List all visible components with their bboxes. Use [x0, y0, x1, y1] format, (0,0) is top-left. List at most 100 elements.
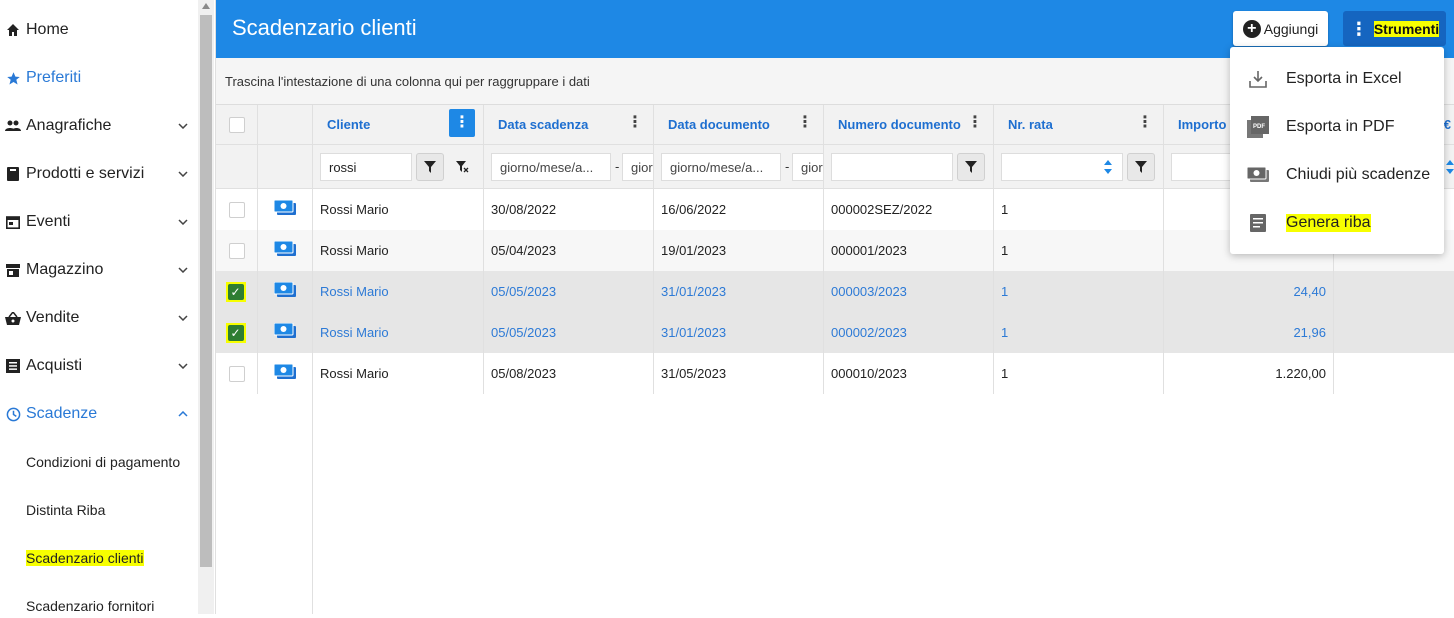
basket-icon	[0, 311, 26, 325]
filter-icon[interactable]	[1127, 153, 1155, 181]
filter-input-numero-documento[interactable]	[831, 153, 953, 181]
spinner-arrows-icon[interactable]	[1103, 159, 1113, 180]
sidebar-sub-scadenzario-clienti[interactable]: Scadenzario clienti	[26, 546, 144, 570]
filter-icon[interactable]	[416, 153, 444, 181]
sidebar-item-acquisti[interactable]: Acquisti	[0, 342, 198, 390]
sidebar-item-label: Scadenze	[26, 405, 98, 422]
row-checkbox-checked[interactable]: ✓	[227, 324, 244, 341]
document-icon	[1230, 214, 1286, 232]
money-icon[interactable]	[273, 363, 297, 384]
sidebar-item-anagrafiche[interactable]: Anagrafiche	[0, 102, 198, 150]
money-icon[interactable]	[273, 322, 297, 343]
column-header-label: Data documento	[668, 117, 770, 132]
menu-item-close-deadlines[interactable]: Chiudi più scadenze	[1230, 151, 1444, 199]
column-header-cliente[interactable]: Cliente ⋮	[313, 105, 484, 144]
sidebar-item-label: Anagrafiche	[26, 117, 112, 134]
sidebar-scrollbar[interactable]	[198, 0, 214, 614]
chevron-down-icon	[168, 123, 198, 129]
chevron-up-icon	[168, 411, 198, 417]
page-title: Scadenzario clienti	[232, 15, 417, 40]
money-icon[interactable]	[273, 240, 297, 261]
cell-data-scadenza: 05/08/2023	[484, 353, 654, 394]
row-select-cell: ✓	[216, 271, 258, 312]
cell-importo: 21,96	[1164, 312, 1334, 353]
row-action-cell	[258, 189, 313, 230]
sidebar-sub-scadenzario-fornitori[interactable]: Scadenzario fornitori	[26, 594, 154, 618]
spinner-arrows-icon[interactable]	[1445, 159, 1454, 180]
row-select-cell	[216, 230, 258, 271]
filter-range-dash: -	[615, 159, 620, 174]
column-menu-icon[interactable]: ⋮	[797, 115, 813, 131]
menu-item-label: Genera riba	[1286, 214, 1371, 232]
table-row[interactable]: Rossi Mario 05/08/2023 31/05/2023 000010…	[216, 353, 1454, 394]
sidebar-item-label: Preferiti	[26, 69, 82, 86]
menu-item-export-pdf[interactable]: PDF Esporta in PDF	[1230, 103, 1444, 151]
row-action-cell	[258, 271, 313, 312]
sidebar-item-preferiti[interactable]: Preferiti	[0, 54, 198, 102]
filter-date-to[interactable]: gior	[792, 153, 823, 181]
column-menu-icon[interactable]: ⋮	[967, 115, 983, 131]
money-icon[interactable]	[273, 281, 297, 302]
download-icon	[1230, 69, 1286, 89]
row-checkbox[interactable]	[228, 242, 245, 259]
sidebar-item-eventi[interactable]: Eventi	[0, 198, 198, 246]
sidebar-item-home[interactable]: Home	[0, 6, 198, 54]
column-header-label: €	[1443, 117, 1451, 132]
column-header-numero-documento[interactable]: Numero documento ⋮	[824, 105, 994, 144]
filter-date-from[interactable]: giorno/mese/a...	[661, 153, 781, 181]
cell-data-scadenza: 05/05/2023	[484, 271, 654, 312]
cell-data-scadenza: 05/05/2023	[484, 312, 654, 353]
column-header-data-scadenza[interactable]: Data scadenza ⋮	[484, 105, 654, 144]
cell-data-documento: 31/01/2023	[654, 312, 824, 353]
row-checkbox[interactable]	[228, 201, 245, 218]
column-header-label: Cliente	[327, 117, 371, 132]
sidebar-item-vendite[interactable]: Vendite	[0, 294, 198, 342]
cell-importo: 24,40	[1164, 271, 1334, 312]
filter-input-cliente[interactable]: rossi	[320, 153, 412, 181]
menu-item-export-excel[interactable]: Esporta in Excel	[1230, 55, 1444, 103]
money-icon[interactable]	[273, 199, 297, 220]
cell-data-documento: 16/06/2022	[654, 189, 824, 230]
column-header-label: Importo €	[1178, 117, 1238, 132]
menu-item-genera-riba[interactable]: Genera riba	[1230, 199, 1444, 247]
row-action-cell	[258, 230, 313, 271]
cell-numero-documento: 000003/2023	[824, 271, 994, 312]
cell-nr-rata: 1	[994, 230, 1164, 271]
cell-numero-documento: 000001/2023	[824, 230, 994, 271]
cell-data-documento: 31/05/2023	[654, 353, 824, 394]
filter-date-from[interactable]: giorno/mese/a...	[491, 153, 611, 181]
header-icon-col	[258, 105, 313, 144]
sidebar-sub-distinta-riba[interactable]: Distinta Riba	[26, 498, 105, 522]
column-header-nr-rata[interactable]: Nr. rata ⋮	[994, 105, 1164, 144]
sidebar-item-prodotti[interactable]: Prodotti e servizi	[0, 150, 198, 198]
menu-item-label: Esporta in PDF	[1286, 118, 1395, 135]
row-checkbox[interactable]	[228, 365, 245, 382]
scroll-up-arrow-icon[interactable]	[202, 3, 210, 9]
cell-importo: 1.220,00	[1164, 353, 1334, 394]
scrollbar-thumb[interactable]	[200, 15, 212, 567]
row-select-cell	[216, 353, 258, 394]
table-row-selected[interactable]: ✓ Rossi Mario 05/05/2023 31/01/2023 0000…	[216, 271, 1454, 312]
add-button[interactable]: + Aggiungi	[1233, 11, 1328, 46]
sidebar-item-label: Home	[26, 21, 69, 38]
filter-date-to[interactable]: gior	[622, 153, 653, 181]
sidebar-item-magazzino[interactable]: Magazzino	[0, 246, 198, 294]
chevron-down-icon	[168, 171, 198, 177]
select-all-checkbox[interactable]	[228, 116, 245, 133]
table-row-selected[interactable]: ✓ Rossi Mario 05/05/2023 31/01/2023 0000…	[216, 312, 1454, 353]
column-menu-icon[interactable]: ⋮	[1137, 115, 1153, 131]
cell-data-scadenza: 30/08/2022	[484, 189, 654, 230]
clear-filter-icon[interactable]	[448, 153, 476, 181]
column-header-data-documento[interactable]: Data documento ⋮	[654, 105, 824, 144]
sidebar-item-scadenze[interactable]: Scadenze	[0, 390, 198, 438]
tools-button[interactable]: ⋮ Strumenti	[1343, 11, 1446, 46]
row-checkbox-checked[interactable]: ✓	[227, 283, 244, 300]
group-panel-hint: Trascina l'intestazione di una colonna q…	[225, 74, 590, 89]
sidebar-sub-condizioni[interactable]: Condizioni di pagamento	[26, 450, 180, 474]
column-menu-icon[interactable]: ⋮	[627, 115, 643, 131]
column-menu-icon[interactable]: ⋮	[449, 109, 475, 137]
money-icon	[1230, 166, 1286, 184]
cell-numero-documento: 000010/2023	[824, 353, 994, 394]
filter-icon[interactable]	[957, 153, 985, 181]
cell-nr-rata: 1	[994, 271, 1164, 312]
